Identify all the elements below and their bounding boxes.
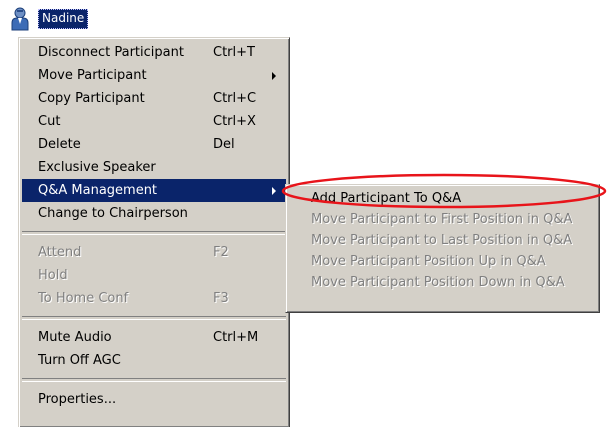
- menu-item-shortcut: F2: [213, 245, 229, 260]
- submenu-arrow-icon: [272, 187, 276, 195]
- qa-management-submenu: Add Participant To Q&A Move Participant …: [285, 184, 600, 313]
- menu-item-properties[interactable]: Properties...: [22, 388, 286, 411]
- menu-item-label: Copy Participant: [38, 91, 145, 106]
- menu-item-shortcut: Ctrl+T: [213, 45, 255, 60]
- menu-separator: [22, 231, 286, 235]
- menu-item-move-position-up: Move Participant Position Up in Q&A: [289, 251, 596, 272]
- menu-item-label: Add Participant To Q&A: [311, 191, 462, 206]
- menu-separator: [22, 378, 286, 382]
- menu-item-move-participant[interactable]: Move Participant: [22, 64, 286, 87]
- menu-item-move-position-down: Move Participant Position Down in Q&A: [289, 272, 596, 293]
- menu-item-cut[interactable]: Cut Ctrl+X: [22, 110, 286, 133]
- menu-item-label: Cut: [38, 114, 61, 129]
- menu-item-label: Move Participant to First Position in Q&…: [311, 212, 573, 227]
- menu-item-label: Attend: [38, 245, 82, 260]
- menu-item-exclusive-speaker[interactable]: Exclusive Speaker: [22, 156, 286, 179]
- menu-item-delete[interactable]: Delete Del: [22, 133, 286, 156]
- menu-item-disconnect-participant[interactable]: Disconnect Participant Ctrl+T: [22, 41, 286, 64]
- menu-item-to-home-conf: To Home Conf F3: [22, 287, 286, 310]
- menu-item-shortcut: Ctrl+M: [213, 330, 259, 345]
- menu-item-copy-participant[interactable]: Copy Participant Ctrl+C: [22, 87, 286, 110]
- menu-item-hold: Hold: [22, 264, 286, 287]
- person-icon: [11, 7, 29, 31]
- menu-item-label: Move Participant Position Up in Q&A: [311, 254, 546, 269]
- menu-item-add-participant-to-qa[interactable]: Add Participant To Q&A: [289, 188, 596, 209]
- participant-name[interactable]: Nadine: [38, 9, 89, 29]
- menu-item-label: Turn Off AGC: [38, 353, 121, 368]
- menu-item-shortcut: Ctrl+C: [213, 91, 257, 106]
- menu-item-label: Delete: [38, 137, 81, 152]
- menu-item-change-to-chairperson[interactable]: Change to Chairperson: [22, 202, 286, 225]
- submenu-arrow-icon: [272, 72, 276, 80]
- menu-item-attend: Attend F2: [22, 241, 286, 264]
- participant-context-menu: Disconnect Participant Ctrl+T Move Parti…: [18, 37, 290, 427]
- menu-item-label: Move Participant to Last Position in Q&A: [311, 233, 573, 248]
- menu-item-shortcut: Del: [213, 137, 235, 152]
- menu-item-label: Move Participant: [38, 68, 147, 83]
- menu-item-mute-audio[interactable]: Mute Audio Ctrl+M: [22, 326, 286, 349]
- menu-item-label: Change to Chairperson: [38, 206, 188, 221]
- menu-item-label: Exclusive Speaker: [38, 160, 156, 175]
- menu-item-shortcut: F3: [213, 291, 229, 306]
- menu-item-label: Hold: [38, 268, 68, 283]
- menu-item-label: Mute Audio: [38, 330, 112, 345]
- menu-item-shortcut: Ctrl+X: [213, 114, 256, 129]
- menu-item-label: Properties...: [38, 392, 117, 407]
- menu-item-move-to-first-position: Move Participant to First Position in Q&…: [289, 209, 596, 230]
- menu-item-label: To Home Conf: [38, 291, 129, 306]
- menu-item-move-to-last-position: Move Participant to Last Position in Q&A: [289, 230, 596, 251]
- menu-separator: [22, 316, 286, 320]
- menu-item-turn-off-agc[interactable]: Turn Off AGC: [22, 349, 286, 372]
- menu-item-label: Disconnect Participant: [38, 45, 184, 60]
- menu-item-label: Q&A Management: [38, 183, 158, 198]
- menu-item-qa-management[interactable]: Q&A Management: [22, 179, 286, 202]
- menu-item-label: Move Participant Position Down in Q&A: [311, 275, 565, 290]
- participant-node[interactable]: Nadine: [10, 7, 89, 31]
